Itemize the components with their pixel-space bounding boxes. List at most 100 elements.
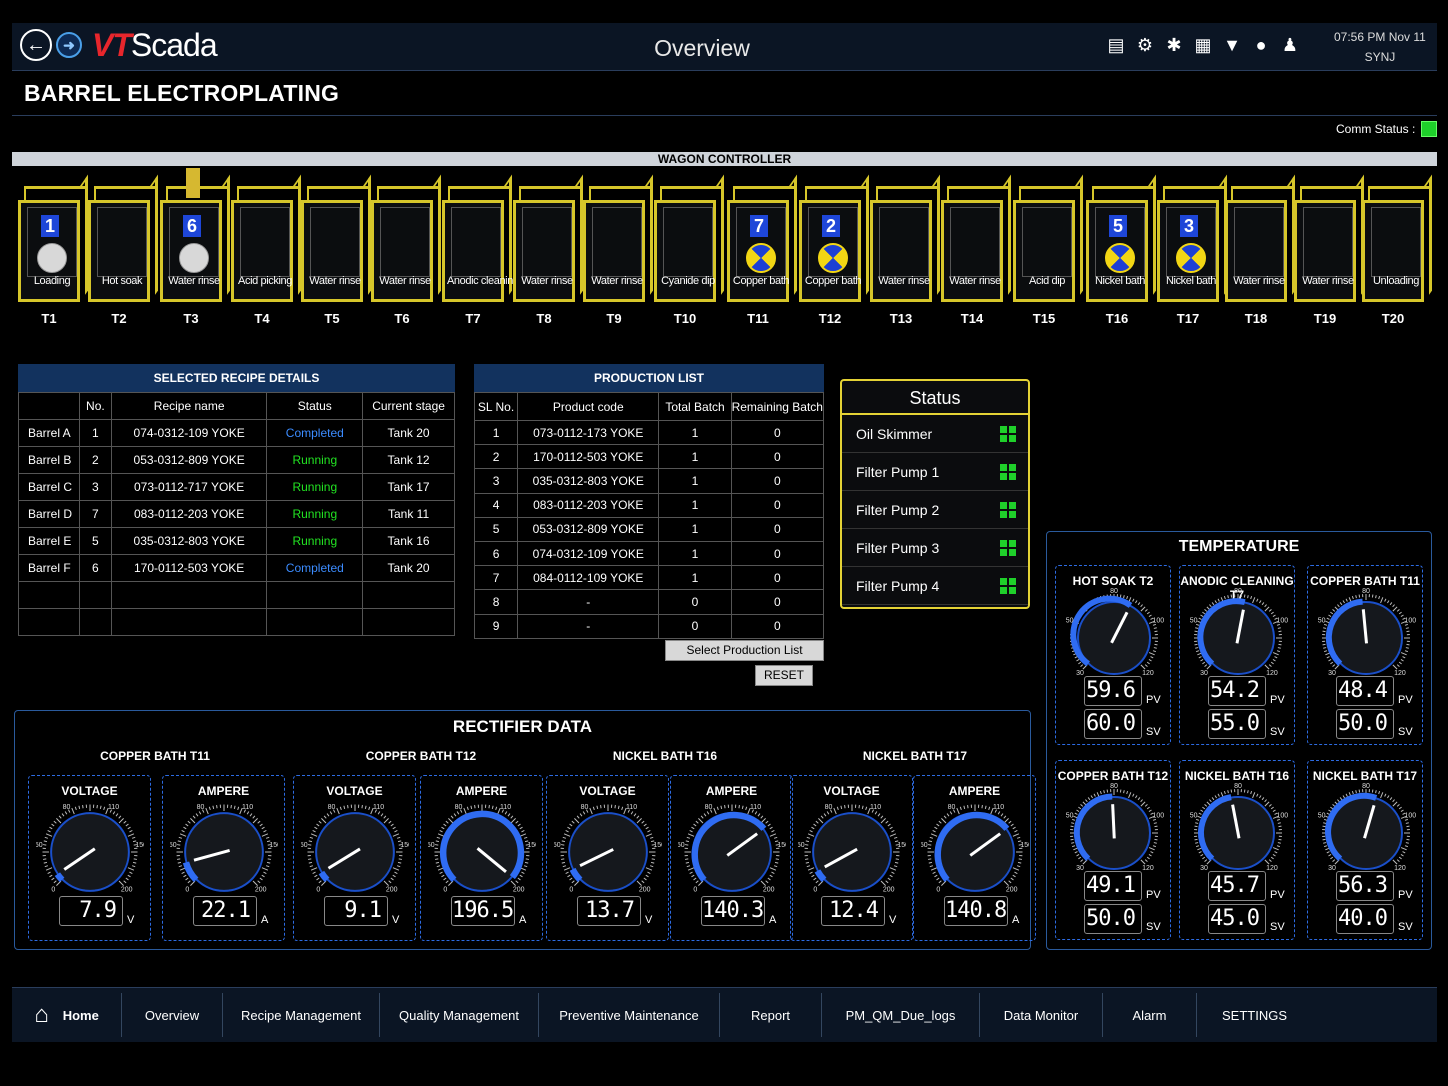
tank-id: T11 — [747, 311, 769, 326]
tank-label: Nickel bath — [1165, 275, 1216, 287]
calendar-icon[interactable]: ▦ — [1193, 33, 1213, 57]
nav-item-preventive-maintenance[interactable]: Preventive Maintenance — [539, 993, 720, 1037]
nav-item-report[interactable]: Report — [720, 993, 822, 1037]
gauge-tick-label: 30 — [1200, 670, 1208, 677]
rectifier-gauge: AMPERE 0 50 80 110 150 200 196.5 A — [420, 775, 543, 941]
page-heading: BARREL ELECTROPLATING — [12, 72, 1437, 116]
reset-button[interactable]: RESET — [755, 665, 813, 686]
table-header: Current stage — [362, 392, 455, 420]
tank-t9[interactable]: Water rinse — [583, 174, 653, 303]
tank-rim — [1231, 186, 1295, 200]
tank-t1[interactable]: 1 Loading — [18, 174, 88, 303]
gear-icon[interactable]: ⚙ — [1135, 33, 1155, 57]
gauge-tick-label: 50 — [170, 842, 177, 849]
gauge-unit: V — [645, 914, 653, 926]
table-cell — [266, 581, 364, 609]
tank-rim — [1163, 186, 1227, 200]
nav-label: Overview — [144, 1007, 200, 1023]
rectifier-group-label: COPPER BATH T11 — [100, 749, 210, 763]
tank-t8[interactable]: Water rinse — [513, 174, 583, 303]
gauge-tick-label: 50 — [678, 842, 685, 849]
comm-status-label: Comm Status : — [1336, 122, 1416, 136]
table-cell: Tank 20 — [362, 554, 455, 582]
tank-t5[interactable]: Water rinse — [301, 174, 371, 303]
tank-t10[interactable]: Cyanide dip — [654, 174, 724, 303]
gauge-tick-label: 110 — [373, 804, 384, 811]
tank-t2[interactable]: Hot soak — [88, 174, 158, 303]
tank-t4[interactable]: Acid picking — [231, 174, 301, 303]
nav-label: Report — [750, 1007, 791, 1023]
tank-rim — [1092, 186, 1156, 200]
table-row: 5 053-0312-809 YOKE 1 0 — [473, 516, 825, 542]
tank-t6[interactable]: Water rinse — [371, 174, 441, 303]
tank-id: T10 — [673, 311, 697, 326]
user-name: SYNJ — [1364, 50, 1396, 64]
gauge-label: VOLTAGE — [61, 784, 118, 798]
nav-item-overview[interactable]: Overview — [122, 993, 223, 1037]
tank-t15[interactable]: Acid dip — [1013, 174, 1083, 303]
user-icon[interactable]: ♟ — [1280, 33, 1300, 57]
tank-t19[interactable]: Water rinse — [1294, 174, 1364, 303]
select-production-list-button[interactable]: Select Production List — [665, 640, 824, 661]
pv-readout: 45.7 — [1208, 871, 1266, 901]
nav-item-recipe-management[interactable]: Recipe Management — [223, 993, 380, 1037]
forward-arrow-icon[interactable]: ➜ — [56, 32, 82, 58]
tank-label: Acid picking — [238, 275, 292, 287]
tank-t12[interactable]: 2 Copper bath — [799, 174, 869, 303]
gauge-readout: 13.7 — [577, 896, 641, 926]
status-label: Filter Pump 1 — [856, 463, 940, 480]
gauge-label: AMPERE — [948, 784, 1001, 798]
filter-icon[interactable]: ▼ — [1222, 33, 1242, 57]
nav-item-pm-qm-due-logs[interactable]: PM_QM_Due_logs — [822, 993, 980, 1037]
help-icon[interactable]: ● — [1251, 33, 1271, 57]
gauge-label: COPPER BATH T12 — [1057, 769, 1169, 783]
gauge-unit: A — [1012, 914, 1020, 926]
status-row: Filter Pump 2 — [842, 491, 1028, 529]
tank-rim — [589, 186, 653, 200]
tank-t16[interactable]: 5 Nickel bath — [1086, 174, 1156, 303]
gauge-tick-label: 50 — [1318, 813, 1326, 820]
tank-t18[interactable]: Water rinse — [1225, 174, 1295, 303]
nav-item-settings[interactable]: SETTINGS — [1197, 993, 1312, 1037]
tank-label: Nickel bath — [1094, 275, 1145, 287]
table-cell: Barrel B — [18, 446, 80, 474]
tank-body: 2 Copper bath — [799, 200, 861, 302]
table-row: Barrel C 3 073-0112-717 YOKE Running Tank 17 — [18, 473, 455, 501]
table-row: 8-00 — [473, 589, 825, 615]
sv-label: SV — [1270, 726, 1285, 738]
nav-item-quality-management[interactable]: Quality Management — [380, 993, 539, 1037]
gauge-label: AMPERE — [455, 784, 508, 798]
tank-rim — [24, 186, 88, 200]
gauge-label: VOLTAGE — [823, 784, 880, 798]
temperature-gauge: NICKEL BATH T17 30 50 80 100 120 56.3 PV 40.0 SV — [1307, 760, 1423, 940]
gauge-tick-label: 0 — [316, 887, 320, 894]
nav-item-data-monitor[interactable]: Data Monitor — [980, 993, 1103, 1037]
table-row: 4 083-0112-203 YOKE 1 0 — [473, 492, 825, 518]
trend-icon[interactable]: ▤ — [1106, 33, 1126, 57]
back-arrow-icon[interactable]: ← — [20, 29, 52, 61]
tank-t14[interactable]: Water rinse — [941, 174, 1011, 303]
temperature-gauge: COPPER BATH T12 30 50 80 100 120 49.1 PV 50.0 SV — [1055, 760, 1171, 940]
table-cell: 053-0312-809 YOKE — [517, 516, 660, 542]
gauge-tick-label: 200 — [883, 887, 895, 894]
nav-item-home[interactable]: ⌂ Home — [12, 993, 122, 1037]
gauge-tick-label: 80 — [1234, 588, 1242, 595]
tank-t7[interactable]: Anodic cleaning — [442, 174, 519, 303]
tank-t20[interactable]: Unloading — [1362, 174, 1432, 303]
tank-id: T5 — [324, 311, 340, 326]
table-cell: 1 — [473, 419, 519, 446]
tank-t3[interactable]: 6 Water rinse — [160, 168, 230, 303]
tank-t13[interactable]: Water rinse — [870, 174, 940, 303]
gauge-tick-label: 50 — [36, 842, 43, 849]
table-cell: 073-0112-717 YOKE — [110, 473, 268, 501]
maintenance-icon[interactable]: ✱ — [1164, 33, 1184, 57]
table-cell — [110, 581, 268, 609]
gauge-tick-label: 30 — [1200, 865, 1208, 872]
tank-rim — [733, 186, 797, 200]
tank-t11[interactable]: 7 Copper bath — [727, 174, 797, 303]
tank-t17[interactable]: 3 Nickel bath — [1157, 174, 1227, 303]
nav-item-alarm[interactable]: Alarm — [1103, 993, 1197, 1037]
tank-body: Water rinse — [583, 200, 645, 302]
gauge-dial: 30 50 80 100 120 — [1318, 588, 1416, 677]
gauge-tick-label: 100 — [1277, 618, 1288, 625]
